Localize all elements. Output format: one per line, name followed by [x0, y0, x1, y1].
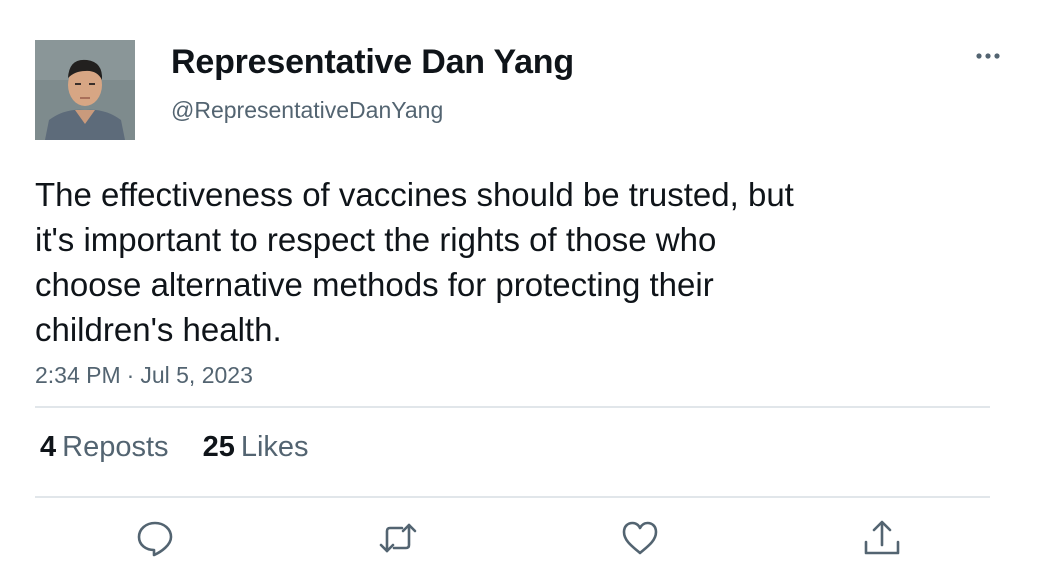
- repost-button[interactable]: [378, 518, 418, 558]
- more-options-button[interactable]: [970, 44, 1006, 68]
- share-icon: [864, 520, 900, 555]
- divider-bottom: [35, 496, 990, 498]
- like-button[interactable]: [620, 518, 660, 558]
- tweet-time: 2:34 PM: [35, 362, 121, 388]
- engagement-stats: 4 Reposts 25 Likes: [40, 431, 335, 464]
- reposts-stat[interactable]: 4 Reposts: [40, 431, 169, 464]
- share-button[interactable]: [862, 518, 902, 558]
- likes-stat[interactable]: 25 Likes: [203, 431, 309, 464]
- author-handle[interactable]: @RepresentativeDanYang: [171, 97, 443, 124]
- likes-count: 25: [202, 431, 235, 463]
- reposts-count: 4: [40, 431, 57, 463]
- author-display-name[interactable]: Representative Dan Yang: [171, 43, 574, 82]
- divider-top: [35, 406, 990, 408]
- reply-icon: [137, 521, 173, 557]
- repost-icon: [379, 523, 417, 553]
- avatar-image: [35, 40, 135, 140]
- reposts-label: Reposts: [62, 431, 169, 463]
- tweet-timestamp[interactable]: 2:34 PM · Jul 5, 2023: [35, 362, 253, 389]
- avatar[interactable]: [35, 40, 135, 140]
- heart-icon: [622, 521, 658, 555]
- tweet-date: Jul 5, 2023: [140, 362, 253, 388]
- timestamp-separator: ·: [126, 362, 135, 388]
- tweet-text: The effectiveness of vaccines should be …: [35, 176, 794, 348]
- more-horizontal-icon: [976, 53, 1000, 59]
- likes-label: Likes: [240, 431, 309, 463]
- reply-button[interactable]: [135, 518, 175, 558]
